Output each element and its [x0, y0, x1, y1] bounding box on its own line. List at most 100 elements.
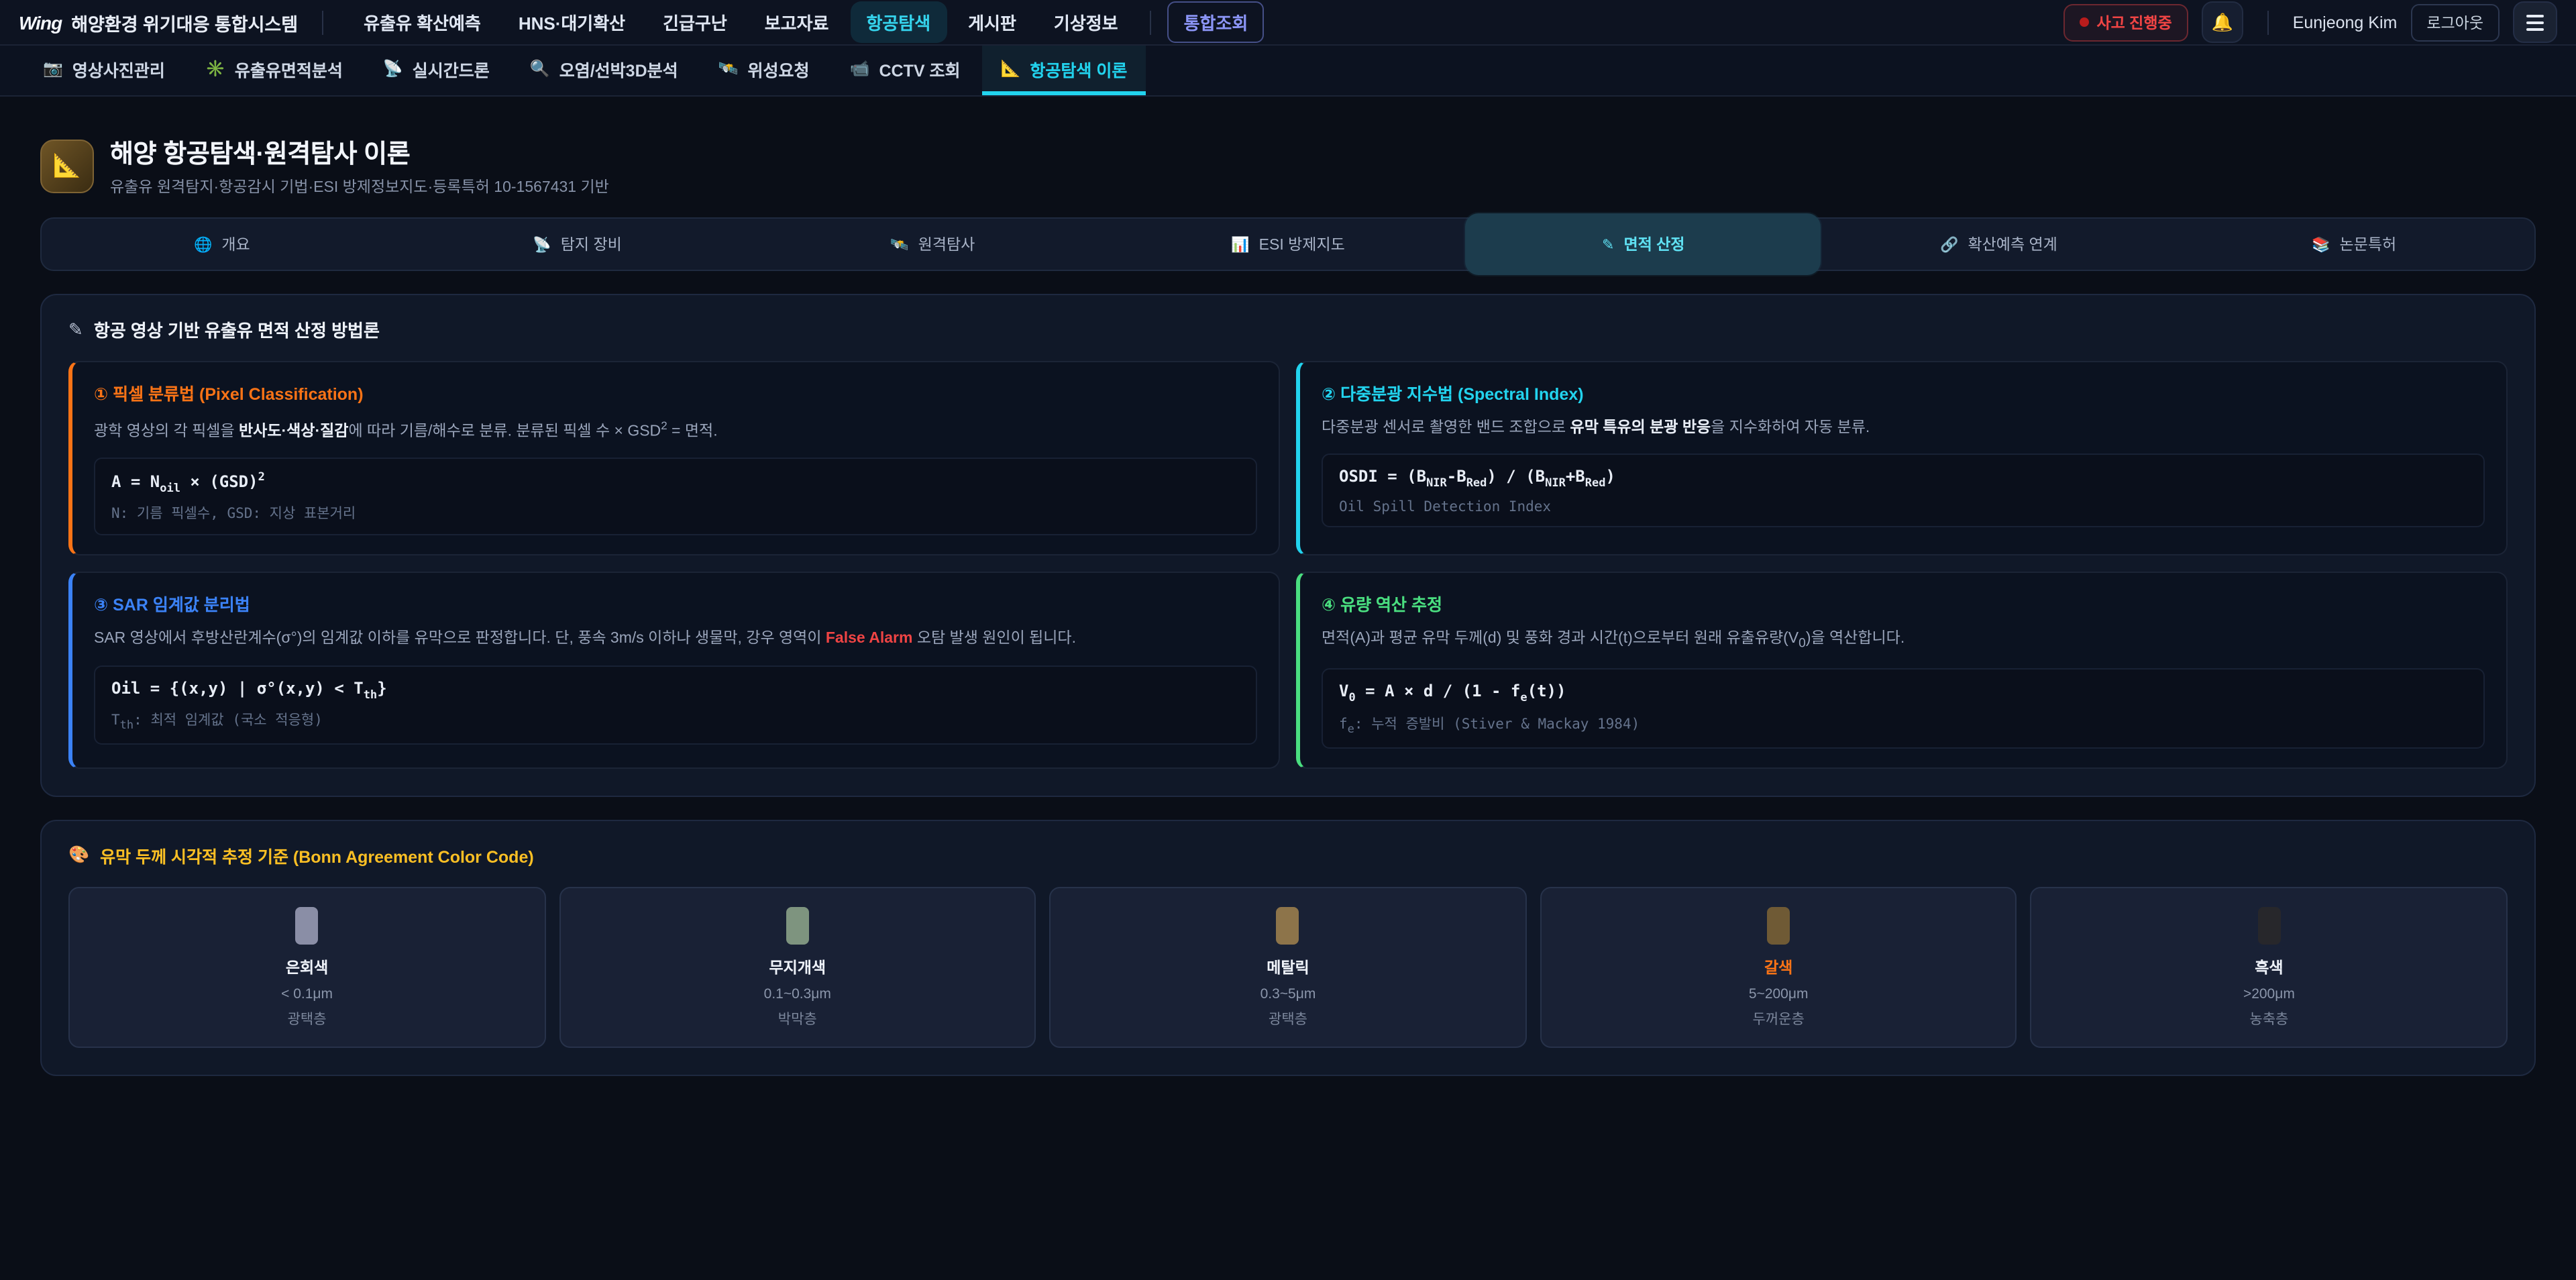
methods-grid: ① 픽셀 분류법 (Pixel Classification) 광학 영상의 각… — [68, 361, 2508, 768]
green-asterisk-icon: ✳️ — [205, 59, 225, 78]
color-swatch — [296, 906, 319, 944]
divider — [322, 10, 323, 34]
swatch-name: 흑색 — [2255, 956, 2283, 977]
swatch-name: 갈색 — [1764, 956, 1792, 977]
swatch-layer: 광택층 — [1269, 1008, 1307, 1028]
color-swatch — [1767, 906, 1790, 944]
swatch-layer: 두꺼운층 — [1753, 1008, 1805, 1028]
swatch-thickness: 0.1~0.3μm — [764, 985, 831, 1002]
divider — [1150, 10, 1152, 34]
globe-icon: 🌐 — [194, 235, 212, 253]
swatch-name: 은회색 — [286, 956, 329, 977]
method-card-title: ④ 유량 역산 추정 — [1322, 591, 2485, 617]
link-icon: 🔗 — [1940, 235, 1958, 253]
color-swatch — [1277, 906, 1299, 944]
camera-icon: 📷 — [43, 59, 63, 78]
methods-panel: ✎ 항공 영상 기반 유출유 면적 산정 방법론 ① 픽셀 분류법 (Pixel… — [40, 294, 2536, 796]
video-camera-icon: 📹 — [850, 59, 870, 78]
menu-icon — [2526, 14, 2544, 17]
antenna-icon: 📡 — [533, 235, 551, 253]
formula: V0 = A × d / (1 - fe(t)) — [1339, 682, 2467, 705]
tab-remote-sensing[interactable]: 🛰️ 원격탐사 — [755, 219, 1110, 270]
nav-item-oil-diffusion[interactable]: 유출유 확산예측 — [347, 1, 497, 43]
sub-navigation-bar: 📷 영상사진관리 ✳️ 유출유면적분석 📡 실시간드론 🔍 오염/선박3D분석 … — [0, 46, 2576, 97]
nav-item-weather[interactable]: 기상정보 — [1038, 1, 1134, 43]
bonn-panel: 🎨 유막 두께 시각적 추정 기준 (Bonn Agreement Color … — [40, 819, 2536, 1075]
antenna-icon: 📡 — [383, 59, 403, 78]
nav-item-integrated-search[interactable]: 통합조회 — [1168, 1, 1265, 43]
pencil-icon: ✎ — [1602, 235, 1614, 253]
swatch-layer: 농축층 — [2249, 1008, 2288, 1028]
thickness-card-brown: 갈색 5~200μm 두꺼운층 — [1540, 886, 2017, 1047]
color-swatch — [2257, 906, 2280, 944]
swatch-name: 무지개색 — [769, 956, 826, 977]
thickness-card-black: 흑색 >200μm 농축층 — [2031, 886, 2508, 1047]
bar-chart-icon: 📊 — [1231, 235, 1249, 253]
swatch-thickness: 0.3~5μm — [1260, 985, 1316, 1002]
formula-note: fe: 누적 증발비 (Stiver & Mackay 1984) — [1339, 713, 2467, 736]
method-card-sar-threshold: ③ SAR 임계값 분리법 SAR 영상에서 후방산란계수(σ°)의 임계값 이… — [68, 572, 1280, 768]
app-root: Wing 해양환경 위기대응 통합시스템 유출유 확산예측 HNS·대기확산 긴… — [0, 0, 2576, 1280]
method-card-title: ② 다중분광 지수법 (Spectral Index) — [1322, 380, 2485, 405]
app-logo[interactable]: Wing 해양환경 위기대응 통합시스템 — [19, 9, 298, 36]
satellite-icon: 🛰️ — [718, 59, 739, 78]
subtab-realtime-drone[interactable]: 📡 실시간드론 — [364, 46, 508, 95]
formula: A = Noil × (GSD)2 — [111, 471, 1240, 496]
nav-item-rescue[interactable]: 긴급구난 — [647, 1, 743, 43]
logout-button[interactable]: 로그아웃 — [2410, 3, 2500, 41]
swatch-layer: 광택층 — [288, 1008, 327, 1028]
method-card-body: 면적(A)과 평균 유막 두께(d) 및 풍화 경과 시간(t)으로부터 원래 … — [1322, 629, 2485, 655]
tab-diffusion-link[interactable]: 🔗 확산예측 연계 — [1821, 219, 2177, 270]
swatch-thickness: >200μm — [2243, 985, 2295, 1002]
subtab-satellite-request[interactable]: 🛰️ 위성요청 — [700, 46, 828, 95]
method-card-pixel-classification: ① 픽셀 분류법 (Pixel Classification) 광학 영상의 각… — [68, 361, 1280, 556]
palette-icon: 🎨 — [68, 845, 89, 865]
menu-button[interactable] — [2513, 1, 2557, 43]
formula: OSDI = (BNIR-BRed) / (BNIR+BRed) — [1339, 468, 2467, 491]
formula-box: A = Noil × (GSD)2 N: 기름 픽셀수, GSD: 지상 표본거… — [94, 458, 1257, 536]
app-title: 해양환경 위기대응 통합시스템 — [71, 9, 298, 36]
swatch-thickness: 5~200μm — [1749, 985, 1809, 1002]
logo-mark: Wing — [19, 11, 62, 33]
nav-item-aerial-search[interactable]: 항공탐색 — [850, 1, 947, 43]
incident-badge-label: 사고 진행중 — [2096, 11, 2171, 33]
formula-box: OSDI = (BNIR-BRed) / (BNIR+BRed) Oil Spi… — [1322, 454, 2485, 527]
formula: Oil = {(x,y) | σ°(x,y) < Tth} — [111, 678, 1240, 702]
books-icon: 📚 — [2312, 235, 2330, 253]
method-card-body: 광학 영상의 각 픽셀을 반사도·색상·질감에 따라 기름/해수로 분류. 분류… — [94, 417, 1257, 444]
tab-area-calculation[interactable]: ✎ 면적 산정 — [1466, 213, 1821, 275]
tab-papers-patents[interactable]: 📚 논문특허 — [2176, 219, 2532, 270]
formula-note: Tth: 최적 임계값 (국소 적응형) — [111, 710, 1240, 733]
method-card-body: 다중분광 센서로 촬영한 밴드 조합으로 유막 특유의 분광 반응을 지수화하여… — [1322, 417, 2485, 441]
notification-button[interactable]: 🔔 — [2202, 1, 2243, 43]
formula-note: N: 기름 픽셀수, GSD: 지상 표본거리 — [111, 504, 1240, 524]
tab-detection-equipment[interactable]: 📡 탐지 장비 — [400, 219, 755, 270]
divider — [2267, 10, 2269, 34]
pencil-icon: ✎ — [68, 319, 83, 340]
thickness-card-silver: 은회색 < 0.1μm 광택층 — [68, 886, 545, 1047]
tab-esi-map[interactable]: 📊 ESI 방제지도 — [1110, 219, 1466, 270]
bell-icon: 🔔 — [2212, 11, 2233, 33]
page-header: 📐 해양 항공탐색·원격탐사 이론 유출유 원격탐지·항공감시 기법·ESI 방… — [40, 134, 2536, 197]
page-content: 📐 해양 항공탐색·원격탐사 이론 유출유 원격탐지·항공감시 기법·ESI 방… — [0, 134, 2576, 1075]
thickness-card-metallic: 메탈릭 0.3~5μm 광택층 — [1049, 886, 1526, 1047]
subtab-cctv-view[interactable]: 📹 CCTV 조회 — [831, 46, 979, 95]
satellite-icon: 🛰️ — [890, 235, 908, 253]
formula-box: V0 = A × d / (1 - fe(t)) fe: 누적 증발비 (Sti… — [1322, 668, 2485, 748]
triangle-ruler-icon: 📐 — [1001, 59, 1021, 78]
incident-status-badge[interactable]: 사고 진행중 — [2063, 3, 2188, 41]
nav-item-reports[interactable]: 보고자료 — [749, 1, 845, 43]
subtab-oil-area-analysis[interactable]: ✳️ 유출유면적분석 — [186, 46, 362, 95]
subtab-aerial-theory[interactable]: 📐 항공탐색 이론 — [982, 46, 1146, 95]
nav-item-board[interactable]: 게시판 — [952, 1, 1032, 43]
swatch-name: 메탈릭 — [1267, 956, 1309, 977]
status-dot-icon — [2079, 17, 2088, 27]
nav-item-hns[interactable]: HNS·대기확산 — [502, 1, 641, 43]
subtab-photo-management[interactable]: 📷 영상사진관리 — [24, 46, 184, 95]
subtab-pollution-ship-3d[interactable]: 🔍 오염/선박3D분석 — [511, 46, 697, 95]
tab-overview[interactable]: 🌐 개요 — [44, 219, 400, 270]
bonn-heading: 🎨 유막 두께 시각적 추정 기준 (Bonn Agreement Color … — [68, 842, 2508, 867]
swatch-layer: 박막층 — [778, 1008, 817, 1028]
triangle-ruler-icon: 📐 — [40, 139, 94, 193]
method-card-title: ① 픽셀 분류법 (Pixel Classification) — [94, 380, 1257, 405]
